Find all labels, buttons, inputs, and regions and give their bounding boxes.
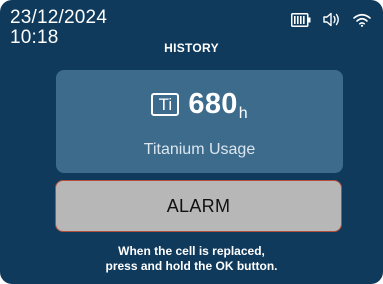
instructions-line-1: When the cell is replaced, <box>118 244 265 258</box>
usage-value-group: 680h <box>188 88 248 122</box>
battery-icon <box>291 12 311 27</box>
usage-value: 680 <box>188 88 238 120</box>
usage-reading: Ti 680h <box>56 88 343 122</box>
instructions-line-2: press and hold the OK button. <box>105 259 278 273</box>
device-screen: 23/12/2024 10:18 HISTORY Ti 680h Titaniu… <box>0 0 383 284</box>
alarm-button[interactable]: ALARM <box>55 180 342 232</box>
status-icons <box>291 12 371 27</box>
titanium-icon-label: Ti <box>158 95 173 114</box>
speaker-icon <box>323 12 341 27</box>
wifi-icon <box>353 13 371 27</box>
usage-panel: Ti 680h Titanium Usage <box>56 70 343 173</box>
date-display: 23/12/2024 <box>10 7 108 28</box>
usage-label: Titanium Usage <box>143 141 256 158</box>
titanium-icon: Ti <box>151 93 180 116</box>
instructions-text: When the cell is replaced, press and hol… <box>0 244 383 274</box>
screen-title: HISTORY <box>164 41 219 55</box>
usage-unit: h <box>238 105 248 122</box>
